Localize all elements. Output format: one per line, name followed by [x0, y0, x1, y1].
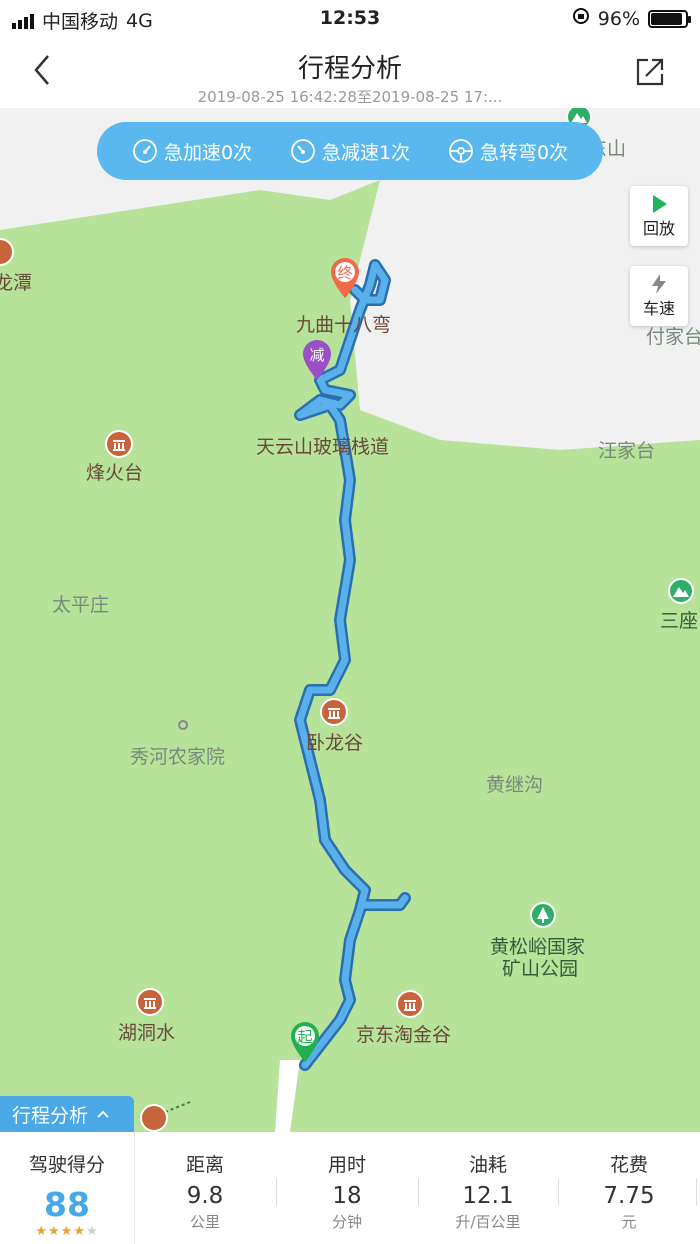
speedometer-icon	[291, 139, 315, 163]
map-label: 湖洞水	[118, 1022, 176, 1044]
speed-button[interactable]: 车速	[630, 266, 688, 326]
landmark-icon	[105, 430, 133, 458]
landmark-icon	[140, 1104, 168, 1132]
start-marker-label: 起	[297, 1028, 313, 1046]
trip-stats-panel: 驾驶得分 88 ★★★★★ 距离 9.8 公里 用时 18 分钟 油耗 12.1…	[0, 1132, 700, 1244]
steering-wheel-icon	[449, 139, 473, 163]
stat-unit: 升/百公里	[455, 1213, 521, 1231]
chevron-up-icon	[97, 1110, 109, 1118]
speed-label: 车速	[642, 299, 675, 318]
map-label: 天云山玻璃栈道	[256, 436, 390, 458]
mountain-icon	[668, 578, 694, 604]
location-dot-icon	[178, 720, 188, 730]
replay-label: 回放	[642, 219, 675, 238]
landmark-icon	[136, 988, 164, 1016]
stat-unit: 公里	[189, 1213, 220, 1231]
star-icon: ★	[73, 1224, 86, 1239]
trip-analysis-label: 行程分析	[12, 1104, 89, 1127]
divider	[696, 1178, 697, 1206]
map-label: 烽火台	[86, 462, 144, 484]
event-rapid-deceleration: 急减速1次	[290, 138, 410, 165]
stat-distance: 距离 9.8 公里	[160, 1150, 250, 1232]
event-label: 急加速0次	[163, 141, 253, 164]
score-value: 88	[44, 1185, 90, 1224]
landmark-icon	[396, 990, 424, 1018]
star-icon: ★	[85, 1224, 99, 1239]
end-marker[interactable]: 终	[328, 256, 362, 300]
map-label: 秀河农家院	[130, 746, 226, 768]
stat-label: 花费	[609, 1154, 648, 1176]
stat-cost: 花费 7.75 元	[584, 1150, 674, 1232]
stat-fuel: 油耗 12.1 升/百公里	[432, 1150, 544, 1232]
battery-percent: 96%	[597, 7, 640, 30]
stat-label: 距离	[185, 1154, 224, 1176]
star-icon: ★	[60, 1224, 74, 1239]
battery-info: 96%	[572, 7, 691, 30]
landmark-icon	[320, 698, 348, 726]
nav-header: 行程分析 2019-08-25 16:42:28至2019-08-25 17:.…	[0, 36, 700, 108]
decel-marker-label: 减	[309, 346, 325, 364]
share-button[interactable]	[630, 52, 670, 92]
map-label: 九曲十八弯	[296, 314, 392, 336]
map-label: 付家台	[646, 326, 700, 348]
stat-unit: 元	[621, 1213, 637, 1231]
status-bar: 中国移动 4G 12:53 96%	[0, 0, 700, 36]
stat-value: 12.1	[462, 1183, 514, 1209]
map-label: 汪家台	[598, 440, 656, 462]
map-label: 三座	[660, 610, 699, 632]
star-icon: ★	[35, 1224, 49, 1239]
score-stars: ★★★★★	[0, 1224, 134, 1239]
lightning-icon	[652, 274, 666, 294]
park-icon	[530, 902, 556, 928]
start-marker[interactable]: 起	[288, 1020, 322, 1064]
speedometer-icon	[133, 139, 157, 163]
map-label: 京东淘金谷	[356, 1024, 452, 1046]
map-label: 矿山公园	[502, 958, 579, 980]
play-icon	[653, 195, 667, 213]
stat-label: 用时	[327, 1154, 366, 1176]
map-label: 龙潭	[0, 272, 33, 294]
map-view[interactable]: 东山 龙潭 九曲十八弯 付家台 天云山玻璃栈道 汪家台 烽火台 太平庄 三座 卧…	[0, 108, 700, 1132]
event-label: 急转弯0次	[479, 141, 569, 164]
driving-events-bar: 急加速0次 急减速1次 急转弯0次	[97, 122, 603, 180]
divider	[418, 1178, 419, 1206]
decel-marker[interactable]: 减	[300, 338, 334, 382]
map-label: 太平庄	[52, 594, 110, 616]
stat-unit: 分钟	[331, 1213, 362, 1231]
event-label: 急减速1次	[321, 141, 411, 164]
divider	[276, 1178, 277, 1206]
map-label: 卧龙谷	[306, 732, 364, 754]
stat-label: 油耗	[468, 1154, 507, 1176]
trip-time-range: 2019-08-25 16:42:28至2019-08-25 17:...	[197, 88, 503, 106]
battery-icon	[648, 9, 691, 28]
stat-value: 9.8	[186, 1183, 224, 1209]
replay-button[interactable]: 回放	[630, 186, 688, 246]
page-title: 行程分析	[297, 54, 402, 84]
map-label: 黄继沟	[486, 774, 544, 796]
star-icon: ★	[48, 1224, 61, 1239]
event-sharp-turn: 急转弯0次	[448, 138, 568, 165]
divider	[558, 1178, 559, 1206]
score-label: 驾驶得分	[28, 1154, 105, 1176]
stat-value: 18	[332, 1183, 362, 1209]
event-rapid-acceleration: 急加速0次	[132, 138, 252, 165]
driving-score: 驾驶得分 88 ★★★★★	[0, 1132, 135, 1244]
end-marker-label: 终	[337, 264, 353, 282]
trip-analysis-toggle[interactable]: 行程分析	[0, 1096, 134, 1132]
stat-value: 7.75	[603, 1183, 655, 1209]
rotation-lock-icon	[572, 7, 590, 30]
share-icon	[636, 58, 664, 86]
stat-duration: 用时 18 分钟	[302, 1150, 392, 1232]
